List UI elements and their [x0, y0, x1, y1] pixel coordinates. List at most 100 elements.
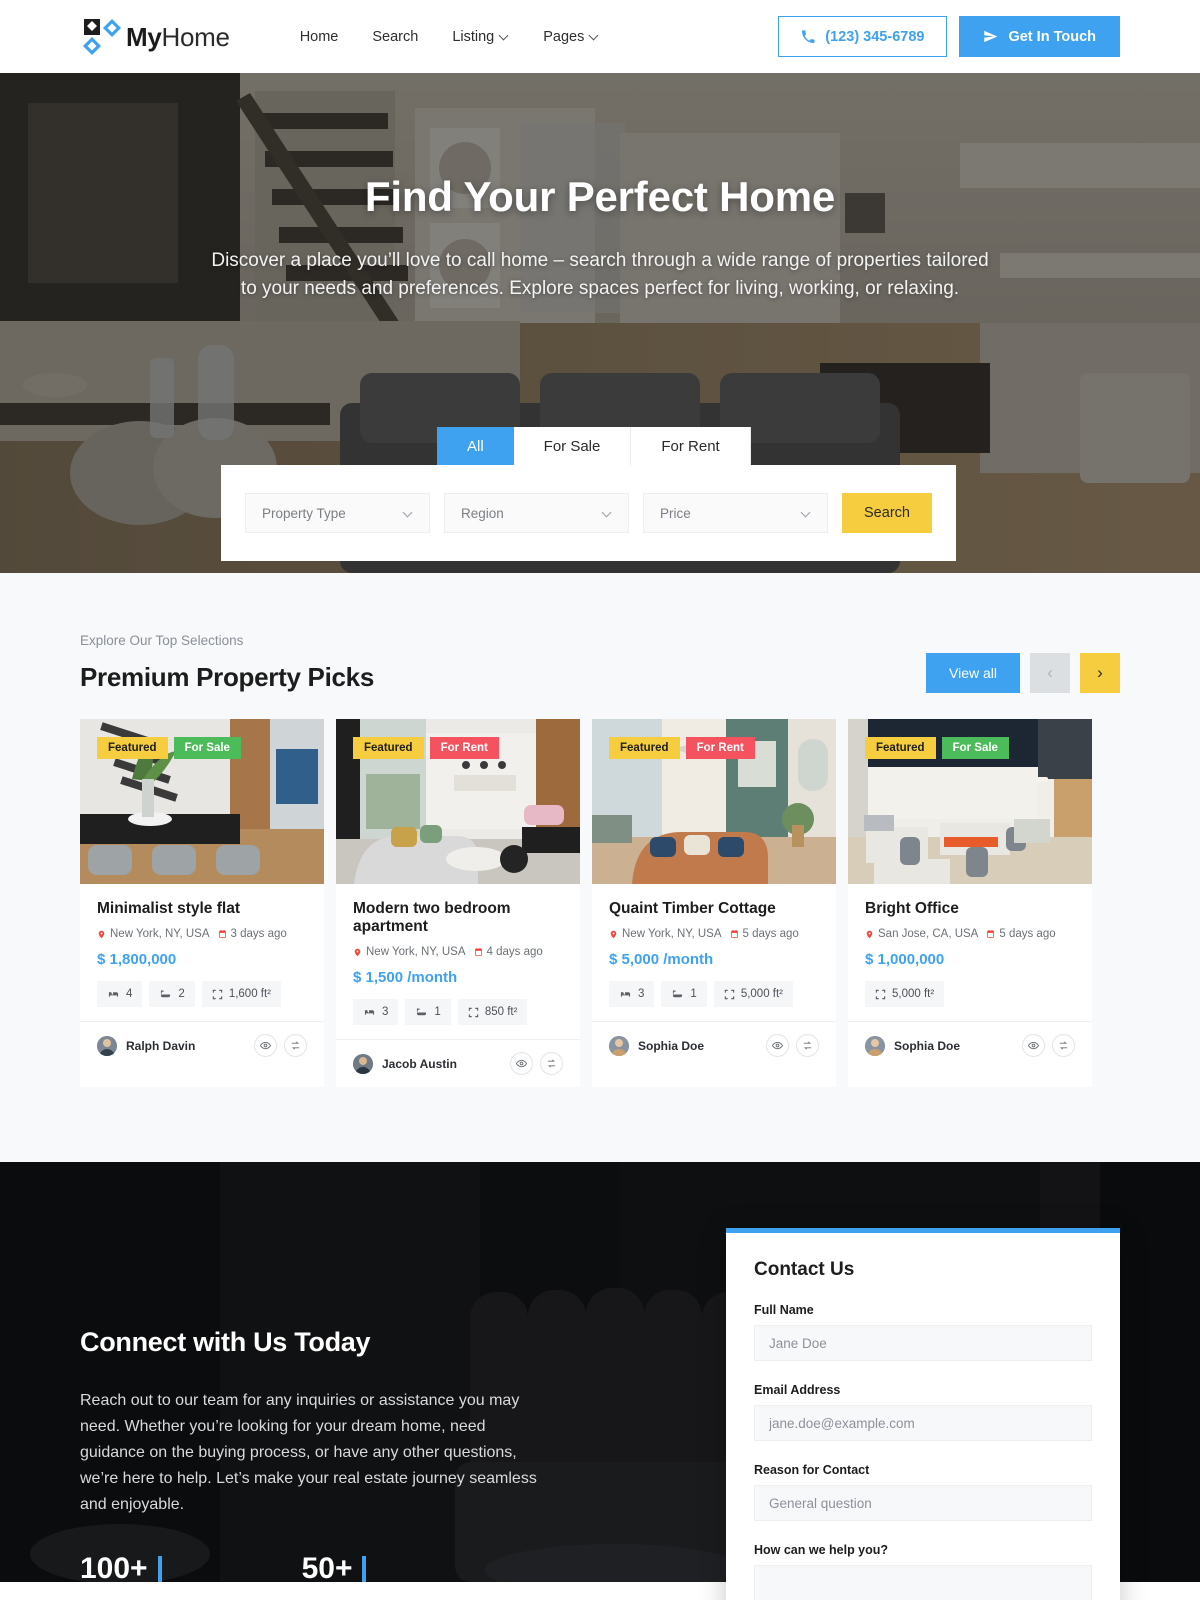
view-icon-button[interactable]	[766, 1034, 789, 1057]
chevron-down-icon	[590, 32, 599, 41]
tab-all[interactable]: All	[437, 427, 514, 465]
bath-icon	[673, 989, 683, 997]
brand-name-bold: My	[126, 21, 162, 52]
property-title: Modern two bedroom apartment	[353, 900, 511, 935]
carousel-next-button[interactable]: ›	[1080, 653, 1120, 693]
nav-label: Home	[299, 28, 339, 45]
message-textarea[interactable]	[754, 1565, 1092, 1600]
search-button[interactable]: Search	[842, 493, 932, 533]
nav-label: Pages	[543, 28, 585, 45]
chevron-down-icon	[500, 32, 509, 41]
feature-value: 3	[638, 988, 645, 1000]
badge-status: For Sale	[941, 737, 1009, 759]
bath-icon	[417, 1007, 427, 1015]
tab-for-rent[interactable]: For Rent	[631, 427, 751, 465]
get-in-touch-button[interactable]: Get In Touch	[959, 16, 1120, 57]
badge-featured: Featured	[609, 737, 680, 759]
property-card[interactable]: Featured For Sale Bright Office San Jose…	[848, 719, 1092, 1087]
reason-input[interactable]	[754, 1485, 1092, 1521]
feature-area: 1,600 ft²	[201, 981, 282, 1007]
view-icon-button[interactable]	[510, 1052, 533, 1075]
location-text: New York, NY, USA	[110, 928, 210, 940]
tab-for-sale[interactable]: For Sale	[513, 427, 632, 465]
property-type-select[interactable]: Property Type	[245, 493, 430, 533]
avatar	[353, 1053, 373, 1074]
chevron-down-icon	[802, 509, 811, 518]
property-price: $ 5,000 /month	[609, 951, 714, 968]
nav-item-home[interactable]: Home	[300, 29, 339, 45]
carousel-prev-button[interactable]: ‹	[1030, 653, 1070, 693]
header-actions: (123) 345-6789 Get In Touch	[778, 16, 1120, 57]
posted-text: 4 days ago	[486, 946, 543, 958]
nav-item-pages[interactable]: Pages	[543, 29, 599, 45]
badge-featured: Featured	[97, 737, 168, 759]
phone-button[interactable]: (123) 345-6789	[778, 16, 948, 57]
section-eyebrow: Explore Our Top Selections	[80, 633, 244, 648]
property-image: Featured For Rent	[336, 719, 580, 884]
contact-heading: Connect with Us Today	[80, 1327, 371, 1357]
nav-item-listing[interactable]: Listing	[452, 29, 509, 45]
posted-text: 5 days ago	[999, 928, 1056, 940]
feature-area: 850 ft²	[457, 999, 528, 1025]
page-title: Premium Property Picks	[80, 662, 374, 692]
compare-icon-button[interactable]	[540, 1052, 563, 1075]
property-image: Featured For Sale	[80, 719, 324, 884]
property-title: Minimalist style flat	[97, 900, 240, 917]
brand-name: MyHome	[126, 24, 230, 50]
property-card-list: Featured For Sale Minimalist style flat …	[80, 719, 1120, 1087]
phone-number: (123) 345-6789	[825, 28, 925, 45]
select-label: Property Type	[262, 505, 346, 521]
tab-label: For Sale	[543, 437, 601, 455]
property-posted: 4 days ago	[474, 946, 543, 958]
email-input[interactable]	[754, 1405, 1092, 1441]
feature-area: 5,000 ft²	[713, 981, 794, 1007]
bed-icon	[364, 1009, 375, 1015]
bath-icon	[161, 989, 171, 997]
nav-item-search[interactable]: Search	[372, 29, 418, 45]
map-pin-icon	[866, 930, 873, 938]
badge-status: For Rent	[429, 737, 499, 759]
compare-icon-button[interactable]	[284, 1034, 307, 1057]
region-select[interactable]: Region	[444, 493, 629, 533]
stat-accent-bar	[362, 1555, 367, 1582]
map-pin-icon	[354, 948, 361, 956]
cta-label: Get In Touch	[1008, 28, 1096, 45]
premium-properties-section: Explore Our Top Selections Premium Prope…	[0, 573, 1200, 1162]
area-icon	[724, 989, 735, 999]
price-select[interactable]: Price	[643, 493, 828, 533]
stat-item: 50+	[302, 1552, 367, 1582]
property-location: New York, NY, USA	[609, 928, 722, 940]
view-all-button[interactable]: View all	[926, 653, 1020, 693]
brand-logo[interactable]: MyHome	[80, 15, 230, 59]
property-location: New York, NY, USA	[353, 946, 466, 958]
stats-row: 100+ 50+	[80, 1552, 640, 1582]
feature-value: 5,000 ft²	[740, 988, 784, 1000]
feature-baths: 1	[661, 981, 707, 1007]
compare-icon-button[interactable]	[1052, 1034, 1075, 1057]
hero-title: Find Your Perfect Home	[364, 173, 836, 220]
compare-icon	[547, 1059, 556, 1068]
property-features: 3 1 5,000 ft²	[609, 981, 819, 1007]
card-footer: Sophia Doe	[592, 1021, 836, 1069]
property-card[interactable]: Featured For Sale Minimalist style flat …	[80, 719, 324, 1087]
select-label: Price	[660, 505, 691, 521]
card-badges: Featured For Sale	[865, 737, 1009, 759]
property-card[interactable]: Featured For Rent Quaint Timber Cottage …	[592, 719, 836, 1087]
feature-value: 1	[690, 988, 697, 1000]
card-footer: Jacob Austin	[336, 1039, 580, 1087]
eye-icon	[772, 1041, 783, 1050]
property-price: $ 1,500 /month	[353, 969, 458, 986]
full-name-input[interactable]	[754, 1325, 1092, 1361]
calendar-icon	[987, 929, 995, 938]
feature-value: 1	[434, 1006, 441, 1018]
view-icon-button[interactable]	[1022, 1034, 1045, 1057]
form-title: Contact Us	[754, 1259, 855, 1280]
reason-label: Reason for Contact	[754, 1463, 870, 1477]
compare-icon-button[interactable]	[796, 1034, 819, 1057]
view-icon-button[interactable]	[254, 1034, 277, 1057]
property-meta: New York, NY, USA 5 days ago	[609, 928, 819, 940]
card-badges: Featured For Sale	[97, 737, 241, 759]
property-card[interactable]: Featured For Rent Modern two bedroom apa…	[336, 719, 580, 1087]
logo-diamond-icon	[80, 15, 124, 59]
message-label: How can we help you?	[754, 1543, 889, 1557]
